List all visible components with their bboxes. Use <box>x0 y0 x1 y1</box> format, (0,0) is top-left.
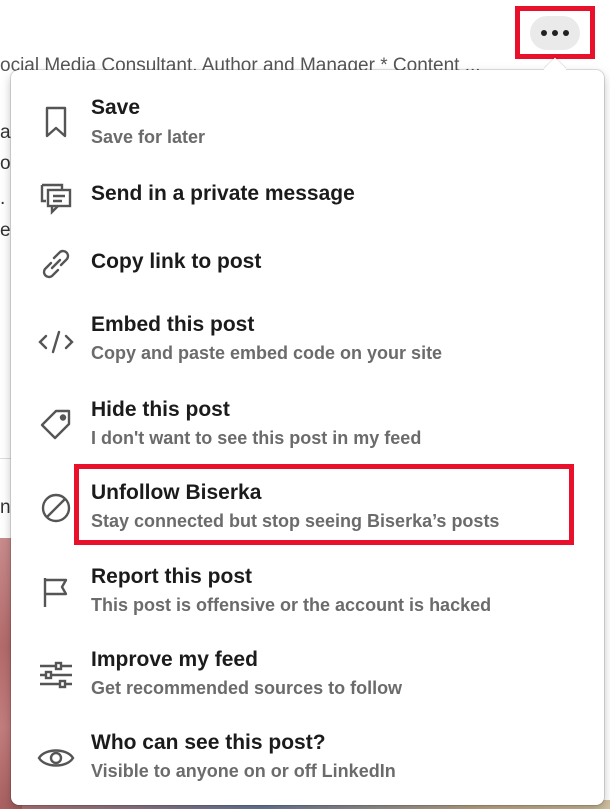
post-text-fragment: . <box>0 188 6 209</box>
sliders-icon <box>36 655 76 695</box>
more-dot <box>563 29 569 36</box>
menu-item-subtitle: Copy and paste embed code on your site <box>91 343 443 363</box>
post-options-menu: Save Save for later Send in a private me… <box>11 57 604 805</box>
menu-item-report-post[interactable]: Report this post This post is offensive … <box>11 562 604 632</box>
more-horizontal-icon <box>541 29 547 36</box>
menu-item-title: Embed this post <box>91 313 255 336</box>
unfollow-highlight-box <box>74 464 574 545</box>
menu-item-subtitle: Visible to anyone on or off LinkedIn <box>91 761 396 781</box>
menu-item-title: Report this post <box>91 565 252 588</box>
menu-item-hide-post[interactable]: Hide this post I don't want to see this … <box>11 395 604 465</box>
menu-item-subtitle: Get recommended sources to follow <box>91 678 403 698</box>
menu-item-title: Copy link to post <box>91 250 262 273</box>
more-button-highlight <box>515 6 595 59</box>
menu-item-title: Save <box>91 96 141 119</box>
block-icon <box>36 488 76 528</box>
menu-item-embed-post[interactable]: Embed this post Copy and paste embed cod… <box>11 310 604 380</box>
menu-item-visibility[interactable]: Who can see this post? Visible to anyone… <box>11 728 604 798</box>
menu-item-save[interactable]: Save Save for later <box>11 90 604 160</box>
menu-item-title: Who can see this post? <box>91 731 326 754</box>
menu-item-send-message[interactable]: Send in a private message <box>11 170 604 225</box>
code-icon <box>36 322 76 362</box>
menu-item-title: Send in a private message <box>91 182 355 205</box>
menu-item-subtitle: This post is offensive or the account is… <box>91 595 492 615</box>
link-icon <box>36 244 76 284</box>
menu-item-subtitle: Save for later <box>91 127 206 147</box>
bookmark-icon <box>36 102 76 142</box>
post-text-fragment: a <box>0 122 11 143</box>
flag-icon <box>36 572 76 612</box>
post-text-fragment: o <box>0 153 11 174</box>
menu-item-title: Improve my feed <box>91 648 258 671</box>
menu-item-copy-link[interactable]: Copy link to post <box>11 240 604 295</box>
tag-icon <box>36 405 76 445</box>
eye-icon <box>36 738 76 778</box>
more-options-button[interactable] <box>530 15 580 50</box>
menu-item-improve-feed[interactable]: Improve my feed Get recommended sources … <box>11 645 604 715</box>
more-dot <box>552 29 558 36</box>
menu-item-title: Hide this post <box>91 398 230 421</box>
message-icon <box>36 177 76 217</box>
menu-item-subtitle: I don't want to see this post in my feed <box>91 428 422 448</box>
